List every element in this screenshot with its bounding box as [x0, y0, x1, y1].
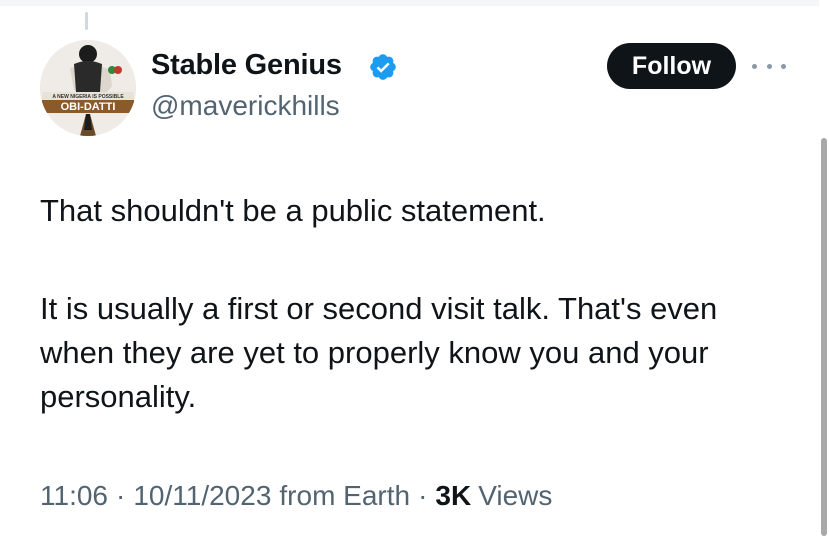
views-count[interactable]: 3K [435, 480, 471, 512]
views-label[interactable]: Views [478, 480, 552, 512]
scrollbar-track[interactable] [819, 0, 829, 536]
tweet-meta: 11:06 · 10/11/2023 from Earth · 3K Views [40, 480, 552, 512]
meta-separator: · [418, 480, 428, 511]
meta-separator: · [116, 480, 126, 511]
tweet-text-paragraph-2: It is usually a first or second visit ta… [40, 291, 718, 414]
follow-button[interactable]: Follow [607, 43, 736, 89]
scrollbar-thumb[interactable] [821, 138, 827, 536]
tweet-source: from Earth [279, 480, 411, 511]
avatar-caption-large: OBI-DATTI [61, 101, 116, 113]
tweet-text-paragraph-1: That shouldn't be a public statement. [40, 193, 546, 228]
avatar-caption-small: A NEW NIGERIA IS POSSIBLE [52, 94, 124, 100]
tweet-time[interactable]: 11:06 [40, 480, 108, 512]
author-display-name[interactable]: Stable Genius [151, 49, 342, 82]
verified-badge-icon [370, 54, 396, 80]
author-handle[interactable]: @maverickhills [151, 90, 340, 122]
avatar[interactable]: A NEW NIGERIA IS POSSIBLE OBI-DATTI [40, 40, 136, 136]
avatar-image: A NEW NIGERIA IS POSSIBLE OBI-DATTI [40, 40, 136, 136]
thread-connector-line [85, 12, 88, 30]
tweet-date[interactable]: 10/11/2023 [133, 480, 271, 512]
more-options-icon[interactable] [752, 56, 786, 76]
top-divider [0, 0, 829, 6]
